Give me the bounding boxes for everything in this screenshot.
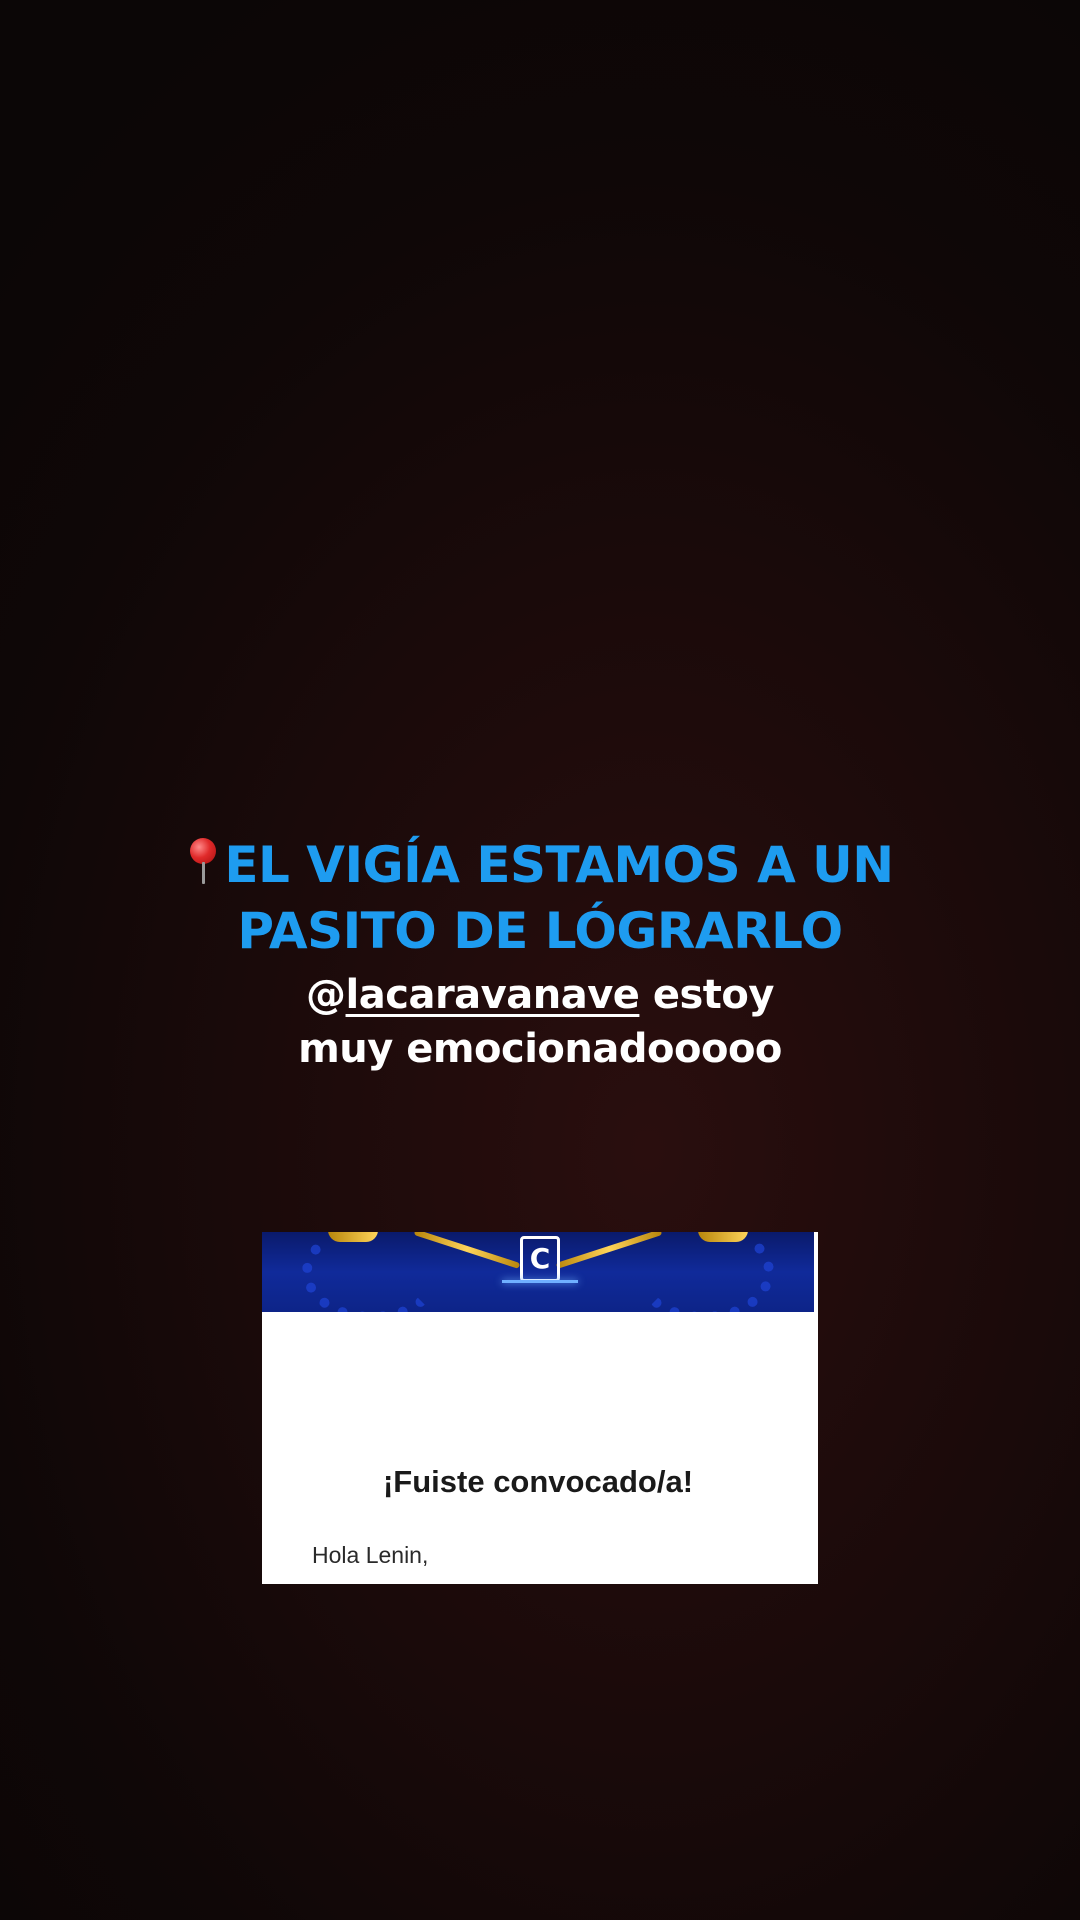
subtitle: @lacaravanave estoy muy emocionadooooo [0,968,1080,1076]
email-banner: C [262,1232,814,1312]
email-greeting: Hola Lenin, [312,1542,429,1568]
subtitle-text: estoy [639,972,775,1018]
headline-line-2: PASITO DE LÓGRARLO [237,902,843,960]
email-screenshot-card: C ¡Fuiste convocado/a! Hola Lenin, [262,1232,818,1584]
gold-ornament-left [328,1232,378,1242]
headline: EL VIGÍA ESTAMOS A UN PASITO DE LÓGRARLO [0,832,1080,964]
email-title: ¡Fuiste convocado/a! [382,1464,694,1499]
laurel-right-decoration [634,1232,774,1312]
caption-overlay: EL VIGÍA ESTAMOS A UN PASITO DE LÓGRARLO… [0,832,1080,1076]
brand-logo-icon: C [520,1236,560,1282]
gold-ornament-right [698,1232,748,1242]
subtitle-line-1: @lacaravanave estoy [0,968,1080,1022]
threads-icon: @ [306,972,346,1018]
laurel-left-decoration [302,1232,442,1312]
mention-link[interactable]: @lacaravanave [306,972,640,1018]
round-pushpin-icon [186,836,220,888]
headline-line-1: EL VIGÍA ESTAMOS A UN [0,832,1080,898]
logo-glow-line [502,1280,578,1283]
subtitle-line-2: muy emocionadooooo [298,1026,782,1072]
